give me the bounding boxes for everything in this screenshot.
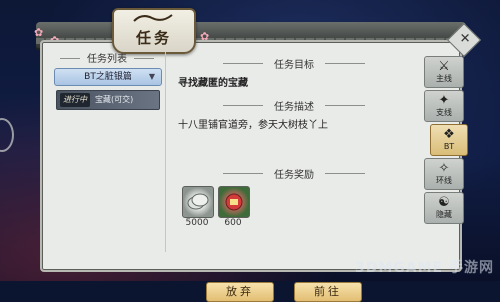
quest-category-dropdown[interactable]: BT之脏银篇 ▼ [54,68,162,86]
rewards-header: 任务奖励 [168,166,420,181]
objective-header: 任务目标 [168,56,420,71]
main-quest-icon: ⚔ [438,59,450,74]
quest-detail: 任务目标 寻找藏匿的宝藏 任务描述 十八里铺官道旁，参天大树枝丫上 任务奖励 5… [168,50,420,302]
description-text: 十八里铺官道旁，参天大树枝丫上 [178,120,328,131]
tab-label: 支线 [436,108,452,117]
exp-gift-glyph [225,193,243,211]
tab-label: 环线 [436,176,452,185]
title-logo [133,14,173,22]
description-header: 任务描述 [168,98,420,113]
window-title: 任务 [135,29,172,47]
tab-label: BT [443,142,455,151]
title-plaque: 任务 [112,8,196,54]
objective-text: 寻找藏匿的宝藏 [178,78,248,89]
category-label: BT之脏银篇 [84,72,132,82]
tab-label: 隐藏 [436,210,452,219]
reward-value-exp: 600 [224,218,242,228]
chevron-down-icon: ▼ [148,72,155,81]
quest-list-column: 任务列表 BT之脏银篇 ▼ 进行中 宝藏(可交) [52,50,162,260]
quest-name: 宝藏(可交) [95,95,134,104]
column-divider [165,52,166,252]
tab-bt-quest[interactable]: ❖ BT [430,124,468,156]
ring-quest-icon: ✧ [438,161,450,176]
silver-coin-icon[interactable] [182,186,214,218]
watermark: 3DMGAME 手游网 [355,260,494,276]
abandon-button[interactable]: 放弃 [206,282,274,302]
quest-list-header: 任务列表 [52,50,162,66]
tab-main-quest[interactable]: ⚔ 主线 [424,56,464,88]
bt-quest-icon: ❖ [443,127,455,142]
tab-label: 主线 [436,74,452,83]
exp-gift-icon[interactable] [218,186,250,218]
quest-type-tabs: ⚔ 主线 ✦ 支线 ❖ BT ✧ 环线 ☯ 隐藏 [424,56,468,226]
hidden-quest-icon: ☯ [438,195,450,210]
side-quest-icon: ✦ [438,93,450,108]
tab-side-quest[interactable]: ✦ 支线 [424,90,464,122]
go-button[interactable]: 前往 [294,282,362,302]
close-icon: ✕ [459,31,471,47]
silver-coin-glyph [187,193,209,210]
quest-list-item[interactable]: 进行中 宝藏(可交) [56,90,160,110]
quest-status-badge: 进行中 [60,93,90,107]
tab-ring-quest[interactable]: ✧ 环线 [424,158,464,190]
tab-hidden-quest[interactable]: ☯ 隐藏 [424,192,464,224]
reward-value-silver: 5000 [185,218,209,228]
plum-blossom-icon: ✿ [34,26,44,39]
